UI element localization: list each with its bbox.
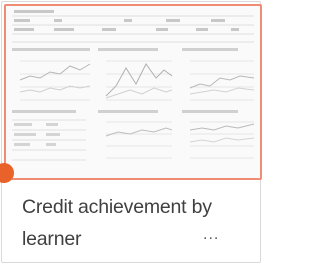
- sheet-card[interactable]: Credit achievement by learner ...: [1, 1, 262, 263]
- sheet-thumbnail: [4, 4, 262, 180]
- sheet-title: Credit achievement by learner: [22, 196, 212, 250]
- thumbnail-preview: [6, 6, 260, 178]
- more-options-button[interactable]: ...: [203, 226, 227, 244]
